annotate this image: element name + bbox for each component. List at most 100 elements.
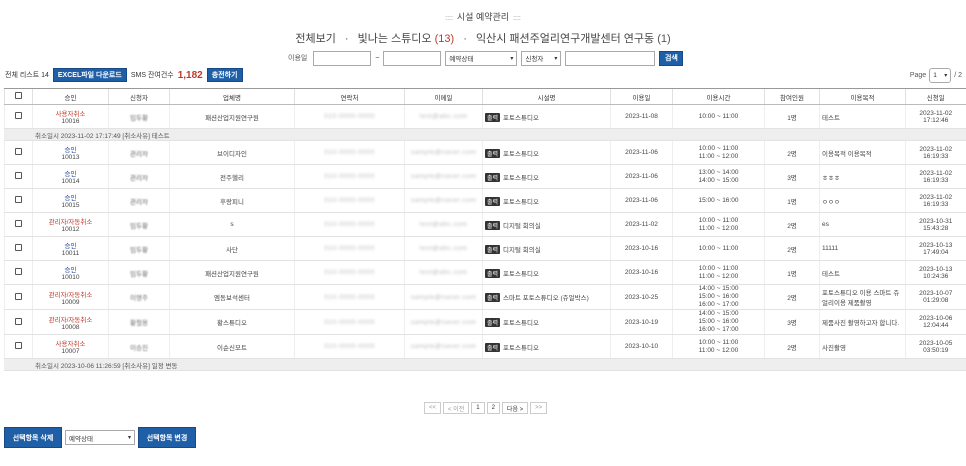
participants: 1명: [764, 260, 820, 285]
status-label[interactable]: 관리자/자동취소: [35, 314, 106, 324]
title-deco-left: ::::: [445, 15, 453, 22]
status-label[interactable]: 승인: [35, 192, 106, 202]
print-tag[interactable]: 출력: [485, 318, 501, 327]
time-slot: 10:00 ~ 11:00: [698, 112, 739, 120]
reservation-no: 10010: [61, 274, 80, 281]
time-slot: 10:00 ~ 11:00: [698, 264, 739, 272]
facility-name: 포토스튜디오: [503, 174, 539, 182]
participants: 2명: [764, 236, 820, 261]
cancel-note: 취소일시 2023-11-02 17:17:49 [취소사유] 테스트: [4, 128, 966, 141]
row-checkbox[interactable]: [15, 268, 22, 275]
row-checkbox[interactable]: [15, 342, 22, 349]
column-header: 시설명: [482, 88, 611, 105]
pager-prev[interactable]: < 이전: [443, 402, 470, 414]
nav-separator: ·: [344, 33, 349, 45]
purpose: 제품사진 촬영하고자 합니다.: [819, 309, 906, 335]
page-title: :::: 시설 예약관리::::: [0, 10, 966, 23]
use-time: 10:00 ~ 11:00 11:00 ~ 12:00: [672, 212, 765, 237]
use-time: 13:00 ~ 14:00 14:00 ~ 15:00: [672, 164, 765, 189]
applied-date: 2023-10-06 12:04:44: [905, 309, 966, 335]
purpose: 11111: [819, 236, 906, 261]
nav-facility-studio[interactable]: 빛나는 스튜디오 (13): [358, 33, 455, 45]
use-date: 2023-11-02: [610, 212, 673, 237]
column-header: 이메일: [404, 88, 483, 105]
email: test@abc.com: [419, 245, 468, 252]
excel-download-button[interactable]: EXCEL파일 다운로드: [52, 68, 127, 82]
change-selected-button[interactable]: 선택항목 변경: [138, 427, 196, 448]
status-cell: 승인 10011: [32, 236, 109, 261]
company: s: [169, 212, 295, 237]
date-from-input[interactable]: [313, 50, 372, 66]
applied-date: 2023-11-02 17:12:46: [905, 104, 966, 129]
header-checkbox[interactable]: [4, 88, 33, 105]
row-checkbox[interactable]: [15, 112, 22, 119]
row-checkbox[interactable]: [15, 220, 22, 227]
time-slot: 14:00 ~ 15:00: [698, 176, 739, 184]
status-label[interactable]: 관리자/자동취소: [35, 289, 106, 299]
participants: 2명: [764, 334, 820, 359]
row-checkbox[interactable]: [15, 148, 22, 155]
print-tag[interactable]: 출력: [485, 196, 501, 206]
nav-facility-research-count: (1): [657, 33, 671, 45]
print-tag[interactable]: 출력: [485, 148, 501, 158]
row-checkbox[interactable]: [15, 172, 22, 179]
applicant-select[interactable]: 신청자 ▾: [521, 50, 562, 66]
status-label[interactable]: 사용자취소: [35, 338, 106, 348]
charge-button[interactable]: 충전하기: [206, 68, 243, 82]
total-count: 전체 리스트 14: [5, 72, 49, 79]
applied-date: 2023-10-31 15:43:28: [905, 212, 966, 237]
purpose: 테스트: [819, 260, 906, 285]
pager-page-2[interactable]: 2: [486, 402, 500, 414]
time-slot: 11:00 ~ 12:00: [698, 224, 739, 232]
status-label[interactable]: 승인: [35, 144, 106, 154]
print-tag[interactable]: 출력: [485, 112, 501, 122]
print-tag[interactable]: 출력: [485, 293, 501, 302]
nav-all[interactable]: 전체보기: [295, 33, 335, 45]
print-tag[interactable]: 출력: [485, 220, 501, 230]
print-tag[interactable]: 출력: [485, 268, 501, 278]
nav-separator: ·: [463, 33, 467, 45]
row-checkbox[interactable]: [15, 317, 22, 325]
use-time: 10:00 ~ 11:00: [672, 236, 765, 261]
time-slot: 13:00 ~ 14:00: [698, 168, 739, 176]
column-header: 이용일: [610, 88, 673, 105]
print-tag[interactable]: 출력: [485, 244, 501, 254]
email: test@abc.com: [419, 221, 468, 228]
search-input[interactable]: [565, 50, 656, 66]
status-label[interactable]: 승인: [35, 240, 106, 250]
row-checkbox[interactable]: [15, 244, 22, 251]
print-tag[interactable]: 출력: [485, 342, 501, 352]
company: 엠동보석센터: [169, 284, 295, 310]
status-label[interactable]: 승인: [35, 264, 106, 274]
purpose: 테스트: [819, 104, 906, 129]
pager-next[interactable]: 다음 >: [501, 402, 529, 414]
use-time: 14:00 ~ 15:00 15:00 ~ 16:00 16:00 ~ 17:00: [672, 309, 765, 335]
select-all-checkbox[interactable]: [15, 92, 22, 99]
phone: 010-0000-0000: [324, 197, 375, 204]
use-time: 15:00 ~ 16:00: [672, 188, 765, 213]
status-label[interactable]: 승인: [35, 168, 106, 178]
pager-last[interactable]: >>: [530, 402, 548, 414]
pager-first[interactable]: <<: [424, 402, 442, 414]
date-tilde: ~: [375, 54, 380, 62]
phone: 010-0000-0000: [324, 113, 375, 120]
row-checkbox[interactable]: [15, 292, 22, 300]
date-to-input[interactable]: [383, 50, 442, 66]
status-label[interactable]: 관리자/자동취소: [35, 216, 106, 226]
status-select[interactable]: 예약상태 ▾: [445, 50, 518, 66]
column-header: 승인: [32, 88, 109, 105]
phone: 010-0000-0000: [324, 318, 375, 326]
print-tag[interactable]: 출력: [485, 172, 501, 182]
column-header: 업체명: [169, 88, 295, 105]
page-select[interactable]: 1 ▾: [929, 68, 952, 83]
status-label[interactable]: 사용자취소: [35, 108, 106, 118]
delete-selected-button[interactable]: 선택항목 삭제: [4, 427, 62, 448]
bulk-status-select[interactable]: 예약상태 ▾: [65, 430, 135, 445]
search-button[interactable]: 검색: [659, 50, 684, 66]
use-time: 10:00 ~ 11:00 11:00 ~ 12:00: [672, 260, 765, 285]
table-row: 사용자취소 10007 이승진 이순신모트 010-0000-0000 sampl…: [4, 334, 966, 359]
pager-page-1[interactable]: 1: [471, 402, 485, 414]
toolbar: 전체 리스트 14 EXCEL파일 다운로드 SMS 잔여건수 1,182 충전…: [5, 68, 243, 82]
row-checkbox[interactable]: [15, 196, 22, 203]
nav-facility-research[interactable]: 익산시 패션주얼리연구개발센터 연구동 (1): [476, 33, 671, 45]
